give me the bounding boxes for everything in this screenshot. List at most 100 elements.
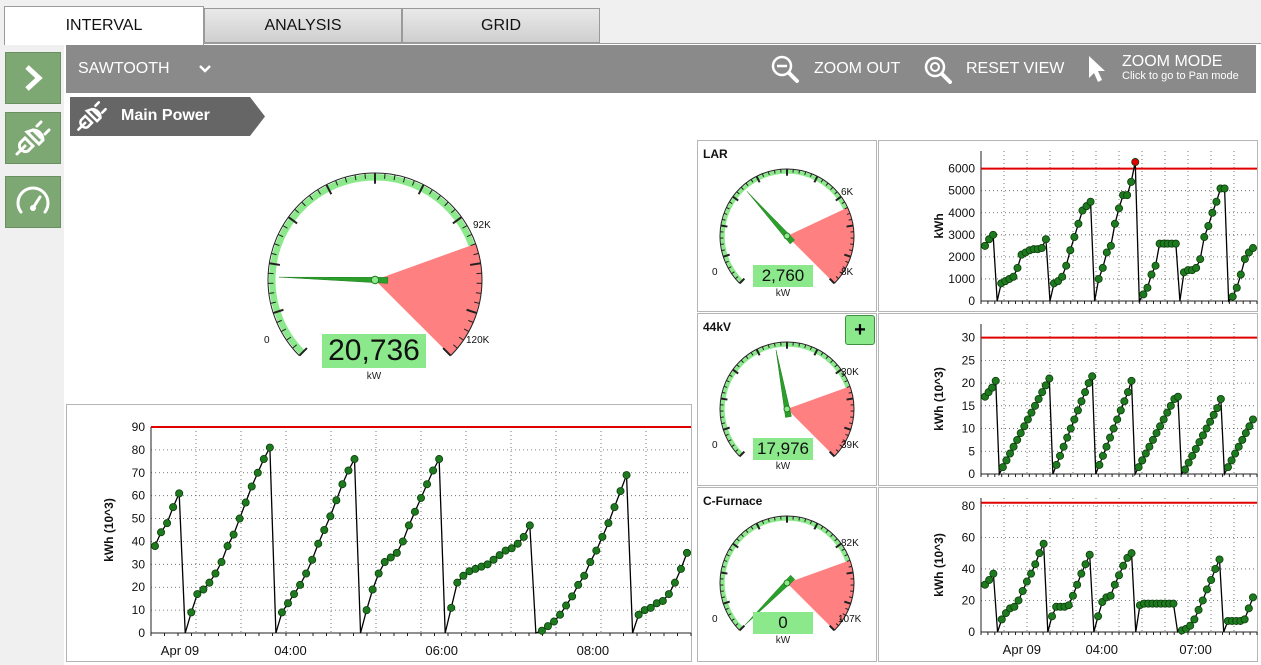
data-point [1240, 255, 1249, 264]
gauge-needle-hub [370, 275, 380, 285]
data-point [1081, 388, 1090, 397]
dashboard-button[interactable] [5, 176, 61, 228]
y-tick-label: 10 [962, 422, 976, 436]
gauge-tick [720, 571, 728, 575]
data-point [1074, 219, 1083, 228]
data-point [998, 463, 1007, 472]
y-tick-label: 90 [132, 420, 146, 434]
y-tick-label: 2000 [948, 250, 975, 264]
add-meter-label: + [854, 318, 866, 341]
data-point [1037, 244, 1046, 253]
data-point [380, 558, 389, 567]
data-point [664, 590, 673, 599]
gauge-min-label: 0 [712, 267, 718, 278]
gauge-unit: kW [775, 288, 791, 299]
data-point [1013, 435, 1022, 444]
gauge-tick [846, 571, 854, 575]
data-point [1152, 429, 1161, 438]
gauge-needle-hub [783, 579, 791, 587]
data-point [1034, 395, 1043, 404]
data-point [507, 544, 516, 553]
data-point [574, 580, 583, 589]
tab-grid[interactable]: GRID [402, 8, 600, 43]
tab-analysis[interactable]: ANALYSIS [204, 8, 402, 43]
data-point [1207, 575, 1216, 584]
data-point [1244, 604, 1253, 613]
data-point [193, 590, 202, 599]
data-point [989, 569, 998, 578]
data-point [1047, 612, 1056, 621]
data-point [562, 601, 571, 610]
zoom-out-button[interactable]: ZOOM OUT [770, 45, 900, 93]
data-point [1110, 580, 1119, 589]
data-point [1248, 593, 1257, 602]
data-point [1116, 406, 1125, 415]
y-tick-label: 60 [132, 489, 146, 503]
data-point [175, 489, 184, 498]
data-point [985, 575, 994, 584]
data-point [1068, 591, 1077, 600]
data-point [1027, 569, 1036, 578]
data-point [1216, 395, 1225, 404]
y-axis-label: kWh (10^3) [932, 533, 946, 597]
data-point [1181, 465, 1190, 474]
gauge-min-label: 0 [264, 335, 270, 346]
gauge-tick [849, 422, 853, 425]
data-point [1194, 605, 1203, 614]
data-point [392, 548, 401, 557]
gauge-unit: kW [366, 371, 382, 382]
gauge-max-label: 39K [841, 440, 859, 451]
chevron-right-icon [25, 65, 43, 91]
data-point [1192, 263, 1201, 272]
data-point [1098, 451, 1107, 460]
data-point [1119, 561, 1128, 570]
data-point [989, 230, 998, 239]
data-point [1094, 274, 1103, 283]
gauge-min-label: 0 [712, 440, 718, 451]
main-gauge-value: 20,736 [322, 334, 426, 368]
data-point [489, 555, 498, 564]
data-point [1220, 184, 1229, 193]
gauge-min-label: 0 [712, 614, 718, 625]
data-point [495, 551, 504, 560]
breadcrumb-label: Main Power [121, 107, 210, 124]
data-point [537, 626, 546, 635]
data-point [1022, 577, 1031, 586]
data-point [1198, 431, 1207, 440]
data-point [447, 603, 456, 612]
data-point [525, 521, 534, 530]
data-point [308, 555, 317, 564]
data-point [1166, 401, 1175, 410]
mode-select[interactable]: SAWTOOTH [78, 45, 212, 93]
breadcrumb[interactable]: Main Power [70, 97, 265, 136]
data-point [1188, 451, 1197, 460]
data-point [610, 503, 619, 512]
data-point [1191, 444, 1200, 453]
data-point [1041, 235, 1050, 244]
zoom-mode-button[interactable]: ZOOM MODE Click to go to Pan mode [1086, 45, 1239, 93]
expand-sidebar-button[interactable] [5, 52, 61, 104]
tab-interval[interactable]: INTERVAL [4, 6, 204, 45]
main-sawtooth-chart: 0 10 20 30 40 50 60 70 80 90 kWh (10^3) Apr 09 04:00… [102, 420, 692, 658]
gauge-tick [846, 397, 854, 401]
data-point [1045, 374, 1054, 383]
y-tick-label: 0 [968, 625, 975, 639]
data-point [1171, 239, 1180, 248]
y-tick-label: 6000 [948, 162, 975, 176]
reset-view-button[interactable]: RESET VIEW [922, 45, 1064, 93]
data-point [1127, 549, 1136, 558]
data-point [229, 530, 238, 539]
power-meters-button[interactable] [5, 112, 61, 164]
data-point [1200, 233, 1209, 242]
plug-icon [15, 120, 51, 156]
furnace-gauge-panel: C-Furnace 0 82K 107K 0 kW [697, 487, 877, 662]
add-meter-button[interactable]: + [845, 315, 875, 345]
data-point [658, 596, 667, 605]
y-axis-label: kWh (10^3) [932, 367, 946, 431]
data-point [302, 569, 311, 578]
data-point [265, 443, 274, 452]
data-point [1073, 406, 1082, 415]
data-point [157, 528, 166, 537]
data-point [1039, 539, 1048, 548]
data-point [1232, 283, 1241, 292]
